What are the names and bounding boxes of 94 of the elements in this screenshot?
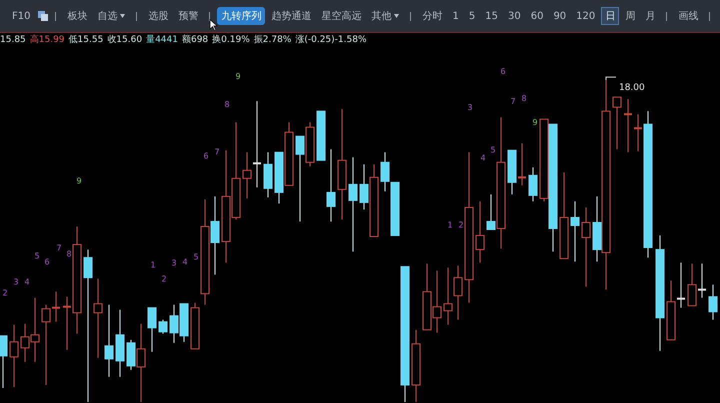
candlestick — [390, 182, 400, 236]
candlestick — [116, 309, 124, 378]
toolbar-button[interactable]: 板块 — [63, 7, 92, 25]
quote-value: 额698 — [182, 34, 208, 46]
candlestick — [454, 265, 462, 320]
candlestick — [158, 319, 168, 334]
count-label: 2 — [2, 288, 8, 298]
toolbar-button[interactable]: 90 — [549, 8, 570, 24]
candlestick — [422, 263, 432, 330]
count-label: 6 — [44, 258, 50, 267]
candlestick — [528, 166, 538, 202]
toolbar-button[interactable]: 5 — [464, 8, 480, 24]
mouse-cursor-icon — [209, 19, 218, 31]
candlestick — [612, 96, 622, 150]
candlestick — [624, 98, 632, 153]
count-label: 8 — [224, 100, 230, 110]
count-label: 5 — [490, 145, 496, 154]
caret-icon — [120, 14, 126, 18]
toolbar-button[interactable]: F10 — [8, 8, 34, 24]
toolbar-button[interactable]: 预警 — [174, 7, 202, 25]
leader-line — [606, 76, 616, 81]
quote-value: 涨(-0.25)-1.58% — [295, 34, 366, 46]
toolbar-button[interactable]: 分时 — [418, 7, 446, 25]
count-label: 4 — [24, 278, 30, 287]
candlestick — [634, 114, 642, 152]
quote-value: 换0.19% — [212, 34, 250, 46]
count-label: 4 — [182, 258, 188, 267]
count-label: 1 — [150, 260, 156, 270]
candlestick — [518, 142, 526, 186]
count-label: 1 — [447, 220, 453, 230]
toolbar-button[interactable]: 60 — [526, 8, 548, 24]
count-label: 9 — [76, 176, 82, 186]
candlestick — [264, 152, 272, 198]
candlestick — [677, 262, 685, 308]
quote-value: 15.85 — [0, 34, 26, 46]
count-label: 3 — [467, 103, 473, 112]
toolbar-button[interactable]: 月 — [641, 7, 660, 25]
count-label: 6 — [500, 67, 506, 76]
count-label: 7 — [510, 97, 516, 106]
copy-icon[interactable] — [38, 11, 48, 21]
candlestick — [52, 291, 60, 322]
count-label: 9 — [532, 118, 538, 128]
count-label: 7 — [214, 147, 220, 156]
candlestick — [508, 150, 516, 195]
toolbar-button[interactable]: 星空高远 — [317, 7, 366, 25]
count-label: 3 — [13, 278, 19, 287]
count-label: 4 — [480, 153, 486, 162]
count-label: 9 — [235, 72, 241, 82]
candlestick — [242, 152, 252, 199]
toolbar-button[interactable]: 15 — [481, 8, 502, 24]
candlestick — [666, 280, 676, 340]
candlestick — [63, 296, 71, 350]
count-label: 7 — [56, 244, 62, 253]
toolbar-button[interactable]: 1 — [448, 8, 463, 24]
count-label: 8 — [66, 250, 72, 259]
candlestick — [432, 270, 442, 334]
quote-value: 低15.55 — [68, 34, 104, 46]
toolbar-button[interactable]: 选股 — [144, 7, 172, 25]
caret-icon — [394, 14, 400, 18]
candlestick — [476, 200, 484, 264]
quote-value: 收15.60 — [107, 34, 142, 46]
candlestick — [0, 335, 8, 388]
toolbar-button[interactable]: 趋势通道 — [267, 7, 316, 25]
price-label: 18.00 — [619, 83, 645, 94]
candlestick — [380, 152, 390, 192]
count-label: 5 — [193, 252, 199, 262]
toolbar-button[interactable]: 九转序列 — [217, 7, 266, 25]
candlestick — [10, 324, 18, 388]
count-label: 2 — [161, 274, 167, 284]
count-label: 6 — [203, 151, 209, 160]
candlestick — [698, 263, 706, 298]
dropdown-button[interactable]: 自选 — [93, 7, 130, 25]
quote-value: 振2.78% — [254, 34, 292, 46]
candlestick — [274, 152, 284, 204]
candlestick — [284, 122, 294, 186]
candlestick — [708, 284, 718, 320]
dropdown-button[interactable]: 其他 — [367, 7, 404, 25]
candlestick — [148, 307, 156, 352]
quote-value: 量4441 — [146, 34, 178, 46]
count-label: 5 — [34, 252, 40, 261]
toolbar-button[interactable]: 日 — [601, 7, 620, 25]
candlestick — [688, 263, 696, 306]
count-label: 8 — [521, 94, 527, 104]
candlestick — [570, 200, 580, 262]
toolbar-button[interactable]: 画线 — [674, 7, 702, 25]
count-label: 3 — [171, 258, 177, 268]
toolbar-button[interactable]: 120 — [572, 8, 600, 24]
quote-value: 高15.99 — [30, 34, 65, 46]
candlestick — [180, 303, 188, 342]
toolbar-button[interactable]: 30 — [504, 8, 525, 24]
candlestick — [444, 267, 452, 326]
count-label: 2 — [458, 220, 464, 230]
candlestick — [170, 304, 178, 344]
toolbar-button[interactable]: 周 — [621, 7, 640, 25]
